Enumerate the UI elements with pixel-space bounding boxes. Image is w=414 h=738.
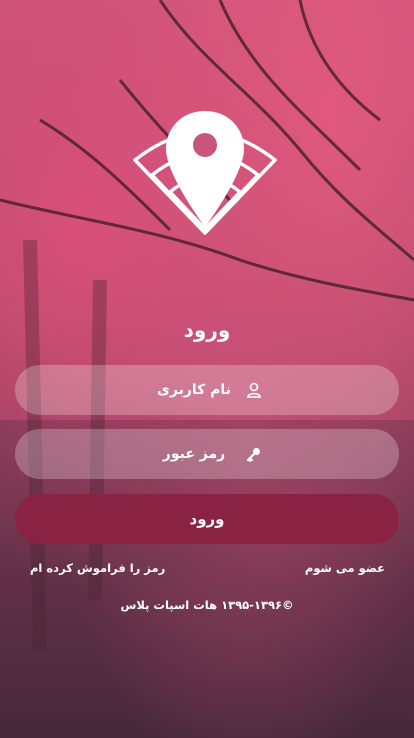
page-title: ورود xyxy=(183,318,231,342)
app-logo xyxy=(130,105,280,245)
key-icon xyxy=(246,446,262,462)
password-input[interactable] xyxy=(152,445,236,463)
login-button[interactable]: ورود xyxy=(15,494,399,544)
forgot-password-link[interactable]: رمز را فراموش کرده ام xyxy=(30,561,165,575)
register-link[interactable]: عضو می شوم xyxy=(305,561,385,575)
copyright-text: ©۱۳۹۵-۱۳۹۶ هات اسپات پلاس xyxy=(120,598,294,612)
user-icon xyxy=(246,382,262,398)
location-wifi-logo-icon xyxy=(133,111,277,235)
username-input[interactable] xyxy=(152,381,236,399)
username-field[interactable] xyxy=(15,365,399,415)
password-field[interactable] xyxy=(15,429,399,479)
